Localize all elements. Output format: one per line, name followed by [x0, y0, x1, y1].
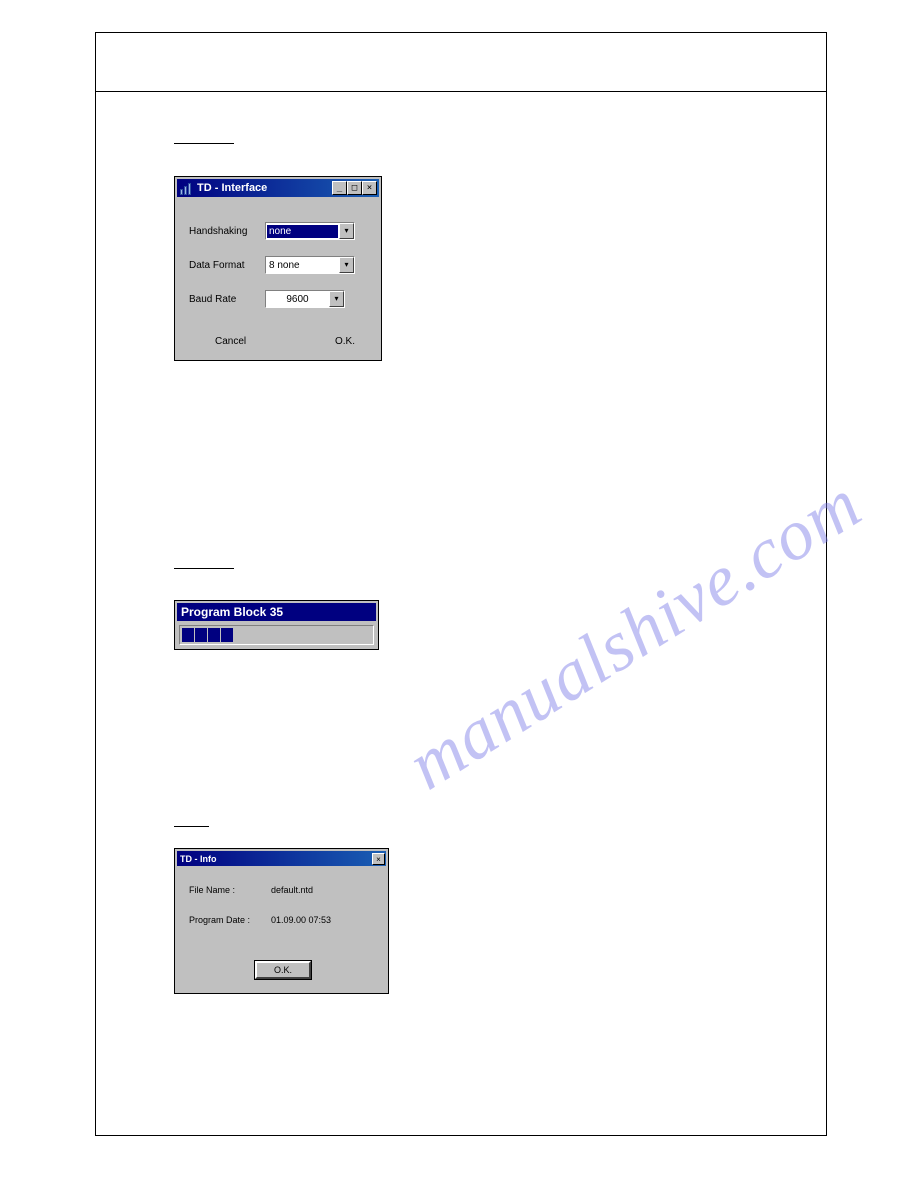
close-button[interactable]: × — [362, 181, 377, 195]
interface-dialog: TD - Interface _ □ × Handshaking none ▾ … — [174, 176, 382, 361]
progress-window: Program Block 35 — [174, 600, 379, 650]
ok-button[interactable]: O.K. — [255, 961, 311, 979]
chevron-down-icon[interactable]: ▾ — [339, 257, 354, 273]
app-icon — [180, 182, 193, 195]
handshaking-value: none — [267, 225, 338, 238]
baud-rate-combo[interactable]: 9600 ▾ — [265, 290, 345, 308]
baud-rate-label: Baud Rate — [189, 294, 265, 305]
section-underline — [174, 826, 209, 827]
progress-segment — [182, 628, 194, 642]
interface-title: TD - Interface — [197, 182, 267, 194]
progress-segment — [208, 628, 220, 642]
progress-segment — [221, 628, 233, 642]
close-icon[interactable]: × — [372, 853, 385, 865]
info-dialog: TD - Info × File Name : default.ntd Prog… — [174, 848, 389, 994]
progress-title: Program Block 35 — [177, 603, 376, 621]
file-name-label: File Name : — [189, 885, 271, 895]
progress-segment — [195, 628, 207, 642]
minimize-button[interactable]: _ — [332, 181, 347, 195]
section-underline — [174, 143, 234, 144]
chevron-down-icon[interactable]: ▾ — [329, 291, 344, 307]
maximize-button[interactable]: □ — [347, 181, 362, 195]
header-rule — [96, 91, 826, 92]
handshaking-label: Handshaking — [189, 226, 265, 237]
handshaking-combo[interactable]: none ▾ — [265, 222, 355, 240]
ok-button[interactable]: O.K. — [335, 336, 355, 347]
program-date-label: Program Date : — [189, 915, 271, 925]
watermark-text: manualshive.com — [393, 462, 875, 806]
interface-titlebar[interactable]: TD - Interface _ □ × — [177, 179, 379, 197]
file-name-value: default.ntd — [271, 885, 313, 895]
page-frame: manualshive.com TD - Interface _ □ × Han… — [95, 32, 827, 1136]
progress-bar — [179, 625, 374, 645]
info-title: TD - Info — [180, 854, 217, 864]
section-underline — [174, 568, 234, 569]
baud-rate-value: 9600 — [266, 294, 329, 305]
data-format-value: 8 none — [266, 260, 339, 271]
chevron-down-icon[interactable]: ▾ — [339, 223, 354, 239]
info-titlebar[interactable]: TD - Info × — [177, 851, 386, 866]
data-format-combo[interactable]: 8 none ▾ — [265, 256, 355, 274]
data-format-label: Data Format — [189, 260, 265, 271]
cancel-button[interactable]: Cancel — [215, 336, 246, 347]
program-date-value: 01.09.00 07:53 — [271, 915, 331, 925]
